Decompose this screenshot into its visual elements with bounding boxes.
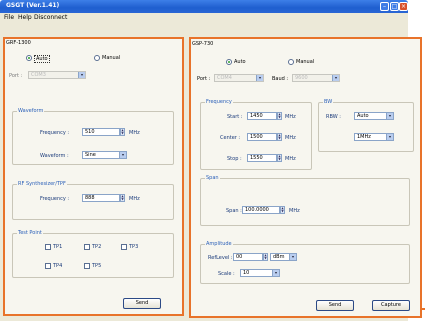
grf-title: GRF-1300 bbox=[6, 40, 31, 46]
grf-send-button[interactable]: Send bbox=[123, 298, 161, 309]
tp4-checkbox[interactable] bbox=[45, 263, 51, 269]
capture-button[interactable]: Capture bbox=[372, 300, 410, 311]
amplitude-group bbox=[200, 244, 410, 284]
start-stepper[interactable]: ▲ ▼ bbox=[277, 112, 282, 120]
center-stepper[interactable]: ▲ ▼ bbox=[277, 133, 282, 141]
gsp-title: GSP-730 bbox=[192, 41, 214, 47]
start-input[interactable]: 1450 bbox=[247, 112, 277, 120]
start-unit: MHz bbox=[285, 114, 296, 120]
tp2-label: TP2 bbox=[92, 244, 102, 250]
waveform-group-title: Waveform bbox=[17, 108, 45, 114]
gsp-baud-label: Baud : bbox=[272, 76, 289, 82]
rf-frequency-unit: MHz bbox=[129, 196, 140, 202]
tp1-checkbox[interactable] bbox=[45, 244, 51, 250]
rf-frequency-input[interactable]: 888 bbox=[82, 194, 120, 202]
stop-label: Stop : bbox=[227, 156, 242, 162]
frequency-label: Frequency : bbox=[40, 130, 70, 136]
span-label: Span : bbox=[226, 208, 242, 214]
stop-stepper[interactable]: ▲ ▼ bbox=[277, 154, 282, 162]
frequency-group-title: Frequency bbox=[205, 99, 233, 105]
span-group-title: Span bbox=[205, 175, 220, 181]
amplitude-group-title: Amplitude bbox=[205, 241, 233, 247]
close-button[interactable]: × bbox=[399, 2, 408, 11]
bw-group bbox=[318, 102, 414, 152]
tp3-checkbox[interactable] bbox=[121, 244, 127, 250]
tp5-checkbox[interactable] bbox=[84, 263, 90, 269]
frequency-stepper[interactable]: ▲ ▼ bbox=[120, 128, 125, 136]
grf-auto-label: Auto bbox=[34, 55, 50, 63]
rbw-label: RBW : bbox=[326, 114, 341, 120]
window-title: GSGT (Ver.1.41) bbox=[6, 2, 60, 9]
gsp-port-select[interactable]: COM4 ▾ bbox=[214, 74, 264, 82]
grf-port-select[interactable]: COM3 ▾ bbox=[28, 71, 86, 79]
maximize-button[interactable]: □ bbox=[390, 2, 399, 11]
tp3-label: TP3 bbox=[129, 244, 139, 250]
scale-label: Scale : bbox=[218, 271, 235, 277]
rf-synth-group-title: RF Synthesizer/TPF bbox=[17, 181, 67, 187]
span-input[interactable]: 100.0000 bbox=[242, 206, 280, 214]
stop-input[interactable]: 1550 bbox=[247, 154, 277, 162]
bw-group-title: BW bbox=[323, 99, 334, 105]
minimize-button[interactable]: – bbox=[380, 2, 389, 11]
reflevel-input[interactable]: 00 bbox=[233, 253, 263, 261]
menu-help[interactable]: Help bbox=[18, 14, 32, 21]
gsp-auto-radio[interactable] bbox=[226, 59, 232, 65]
span-group bbox=[200, 178, 410, 226]
stop-unit: MHz bbox=[285, 156, 296, 162]
rf-synth-group bbox=[12, 184, 174, 220]
rf-frequency-stepper[interactable]: ▲ ▼ bbox=[120, 194, 125, 202]
gsp-manual-radio[interactable] bbox=[288, 59, 294, 65]
title-bar bbox=[0, 0, 408, 13]
waveform-select[interactable]: Sine ▾ bbox=[82, 151, 127, 159]
testpoint-group bbox=[12, 233, 174, 278]
rbw-select[interactable]: Auto ▾ bbox=[354, 112, 394, 120]
gsp-manual-label: Manual bbox=[296, 59, 315, 65]
center-input[interactable]: 1500 bbox=[247, 133, 277, 141]
frequency-unit: MHz bbox=[129, 130, 140, 136]
start-label: Start : bbox=[227, 114, 243, 120]
rbw-value-select[interactable]: 1MHz ▾ bbox=[354, 133, 394, 141]
rf-frequency-label: Frequency : bbox=[40, 196, 70, 202]
span-unit: MHz bbox=[289, 208, 300, 214]
center-label: Center : bbox=[220, 135, 241, 141]
gsp-port-label: Port : bbox=[197, 76, 211, 82]
gsp-auto-label: Auto bbox=[234, 59, 246, 65]
gsp-baud-select[interactable]: 9600 ▾ bbox=[292, 74, 340, 82]
grf-auto-radio[interactable] bbox=[26, 55, 32, 61]
scale-select[interactable]: 10 ▾ bbox=[240, 269, 280, 277]
grf-port-label: Port : bbox=[9, 73, 23, 79]
reflevel-stepper[interactable]: ▲ ▼ bbox=[263, 253, 268, 261]
menu-file[interactable]: File bbox=[4, 14, 14, 21]
testpoint-group-title: Test Point bbox=[17, 230, 43, 236]
grf-manual-radio[interactable] bbox=[94, 55, 100, 61]
menu-disconnect[interactable]: Disconnect bbox=[34, 14, 67, 21]
tp5-label: TP5 bbox=[92, 263, 102, 269]
tp1-label: TP1 bbox=[53, 244, 63, 250]
tp2-checkbox[interactable] bbox=[84, 244, 90, 250]
span-stepper[interactable]: ▲ ▼ bbox=[280, 206, 285, 214]
waveform-label: Waveform : bbox=[40, 153, 69, 159]
center-unit: MHz bbox=[285, 135, 296, 141]
frequency-input[interactable]: 510 bbox=[82, 128, 120, 136]
grf-manual-label: Manual bbox=[102, 55, 121, 61]
reflevel-unit-select[interactable]: dBm ▾ bbox=[270, 253, 297, 261]
tp4-label: TP4 bbox=[53, 263, 63, 269]
gsp-send-button[interactable]: Send bbox=[316, 300, 354, 311]
reflevel-label: RefLevel : bbox=[208, 255, 233, 261]
